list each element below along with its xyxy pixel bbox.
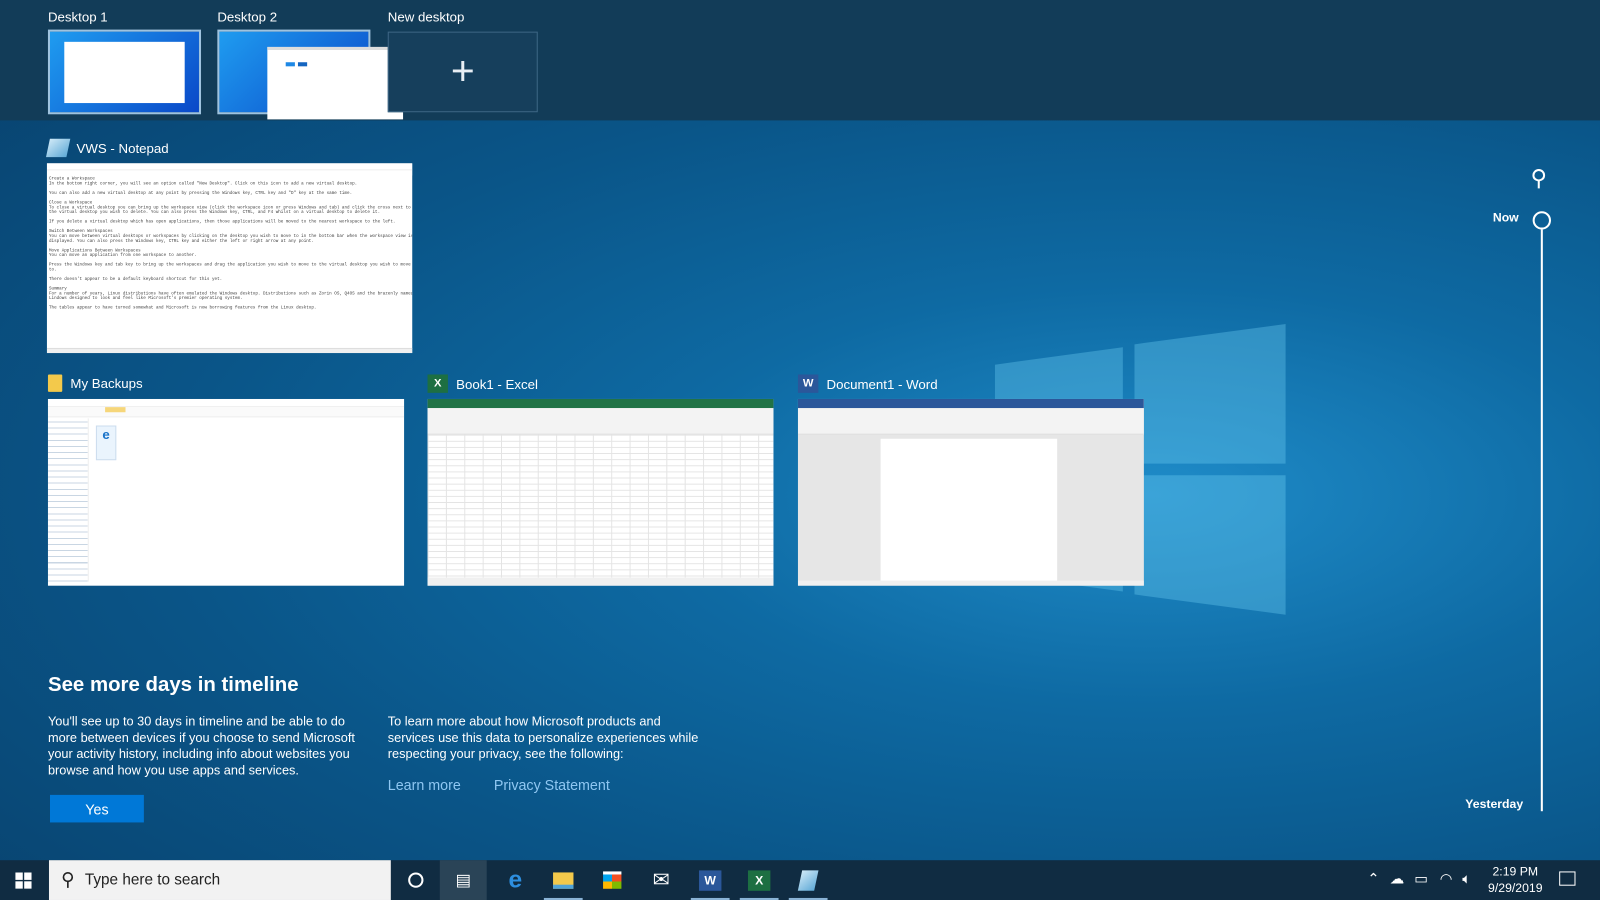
taskbar: ⚲ Type here to search ▤ e ✉ W X ⌃ ☁ ▭ ◠ … bbox=[0, 860, 1600, 900]
timeline-view: Desktop 1 Desktop 2 New desktop + VWS - … bbox=[0, 0, 1600, 900]
edge-button[interactable]: e bbox=[492, 860, 539, 900]
notepad-content: Create a Workspace In the bottom right co… bbox=[47, 176, 412, 354]
excel-taskbar-button[interactable]: X bbox=[736, 860, 783, 900]
edge-icon: e bbox=[508, 865, 523, 894]
word-ribbon bbox=[797, 408, 1144, 435]
timeline-now-label: Now bbox=[1492, 210, 1519, 225]
virtual-desktops-bar: Desktop 1 Desktop 2 New desktop + bbox=[0, 0, 1600, 121]
file-explorer-icon bbox=[553, 871, 574, 889]
edge-shortcut-file: e bbox=[95, 425, 117, 461]
clock[interactable]: 2:19 PM 9/29/2019 bbox=[1485, 863, 1546, 896]
plus-icon: + bbox=[450, 48, 475, 94]
start-button[interactable] bbox=[0, 860, 47, 900]
search-icon: ⚲ bbox=[61, 869, 75, 890]
notepad-icon bbox=[46, 138, 71, 158]
window-title-text: Book1 - Excel bbox=[456, 376, 538, 392]
notepad-taskbar-button[interactable] bbox=[785, 860, 832, 900]
window-title-explorer: My Backups bbox=[47, 374, 143, 392]
word-taskbar-button[interactable]: W bbox=[687, 860, 734, 900]
desktop-1-thumbnail[interactable] bbox=[47, 29, 202, 115]
wifi-icon[interactable]: ◠ bbox=[1440, 870, 1452, 887]
action-center-icon[interactable] bbox=[1559, 871, 1576, 886]
notepad-window-thumbnail[interactable]: Create a Workspace In the bottom right co… bbox=[46, 163, 413, 354]
windows-icon bbox=[15, 871, 32, 889]
mail-button[interactable]: ✉ bbox=[638, 860, 685, 900]
explorer-window-thumbnail[interactable]: e bbox=[47, 398, 405, 586]
window-title-text: VWS - Notepad bbox=[76, 140, 169, 156]
notepad-line: Press the Windows key and tab key to bri… bbox=[48, 262, 413, 268]
new-desktop-button[interactable]: + bbox=[387, 31, 538, 113]
privacy-statement-link[interactable]: Privacy Statement bbox=[494, 777, 610, 793]
notepad-titlebar bbox=[46, 163, 413, 171]
new-desktop-label: New desktop bbox=[387, 9, 465, 25]
onedrive-icon[interactable]: ☁ bbox=[1390, 870, 1404, 887]
notepad-icon bbox=[797, 869, 819, 891]
mail-icon: ✉ bbox=[652, 869, 670, 892]
excel-icon: X bbox=[427, 374, 448, 393]
timeline-scrollbar[interactable] bbox=[1540, 229, 1543, 812]
timeline-yesterday-label: Yesterday bbox=[1465, 796, 1524, 812]
notepad-line: the virtual desktop you wish to delete. … bbox=[48, 209, 381, 215]
volume-icon[interactable]: 🔈︎ bbox=[1462, 870, 1471, 887]
excel-window-thumbnail[interactable] bbox=[427, 398, 774, 586]
window-title-text: My Backups bbox=[70, 375, 143, 391]
task-view-icon: ▤ bbox=[455, 871, 471, 890]
excel-icon: X bbox=[747, 869, 771, 891]
timeline-handle[interactable] bbox=[1532, 211, 1552, 230]
notepad-statusbar bbox=[46, 347, 413, 354]
explorer-nav-pane bbox=[47, 418, 89, 582]
notepad-line: If you delete a virtual desktop which ha… bbox=[48, 219, 396, 225]
window-title-word: W Document1 - Word bbox=[797, 374, 938, 393]
word-icon: W bbox=[797, 374, 819, 393]
word-window-thumbnail[interactable] bbox=[797, 398, 1144, 586]
clock-time: 2:19 PM bbox=[1492, 864, 1539, 879]
cortana-icon bbox=[407, 872, 423, 888]
store-icon bbox=[603, 871, 622, 889]
window-title-excel: X Book1 - Excel bbox=[427, 374, 538, 393]
word-page bbox=[880, 438, 1058, 582]
excel-ribbon bbox=[427, 408, 774, 435]
desktop-2-label: Desktop 2 bbox=[217, 9, 278, 25]
taskbar-search-box[interactable]: ⚲ Type here to search bbox=[48, 860, 391, 900]
window-title-notepad: VWS - Notepad bbox=[46, 138, 169, 158]
notepad-text: Create a Workspace In the bottom right co… bbox=[49, 177, 412, 311]
cortana-button[interactable] bbox=[392, 860, 439, 900]
yes-button[interactable]: Yes bbox=[49, 794, 144, 823]
task-view-button[interactable]: ▤ bbox=[439, 860, 487, 900]
learn-more-link[interactable]: Learn more bbox=[388, 777, 461, 793]
search-icon[interactable]: ⚲ bbox=[1531, 165, 1547, 192]
notepad-mini-preview bbox=[64, 41, 185, 104]
word-icon: W bbox=[698, 869, 722, 891]
store-button[interactable] bbox=[589, 860, 636, 900]
window-title-text: Document1 - Word bbox=[826, 376, 938, 392]
excel-grid bbox=[427, 434, 774, 578]
clock-date: 9/29/2019 bbox=[1488, 880, 1543, 895]
notepad-line: The tables appear to have turned somewha… bbox=[48, 305, 317, 311]
battery-icon[interactable]: ▭ bbox=[1414, 870, 1428, 887]
privacy-text: To learn more about how Microsoft produc… bbox=[387, 714, 699, 762]
desktop-1-label: Desktop 1 bbox=[47, 9, 108, 25]
search-placeholder: Type here to search bbox=[84, 871, 221, 889]
folder-icon bbox=[47, 374, 63, 392]
promo-heading: See more days in timeline bbox=[47, 673, 299, 696]
promo-text: You'll see up to 30 days in timeline and… bbox=[47, 714, 355, 778]
show-hidden-icons[interactable]: ⌃ bbox=[1367, 870, 1379, 887]
explorer-mini-preview bbox=[267, 46, 404, 120]
file-explorer-button[interactable] bbox=[540, 860, 587, 900]
